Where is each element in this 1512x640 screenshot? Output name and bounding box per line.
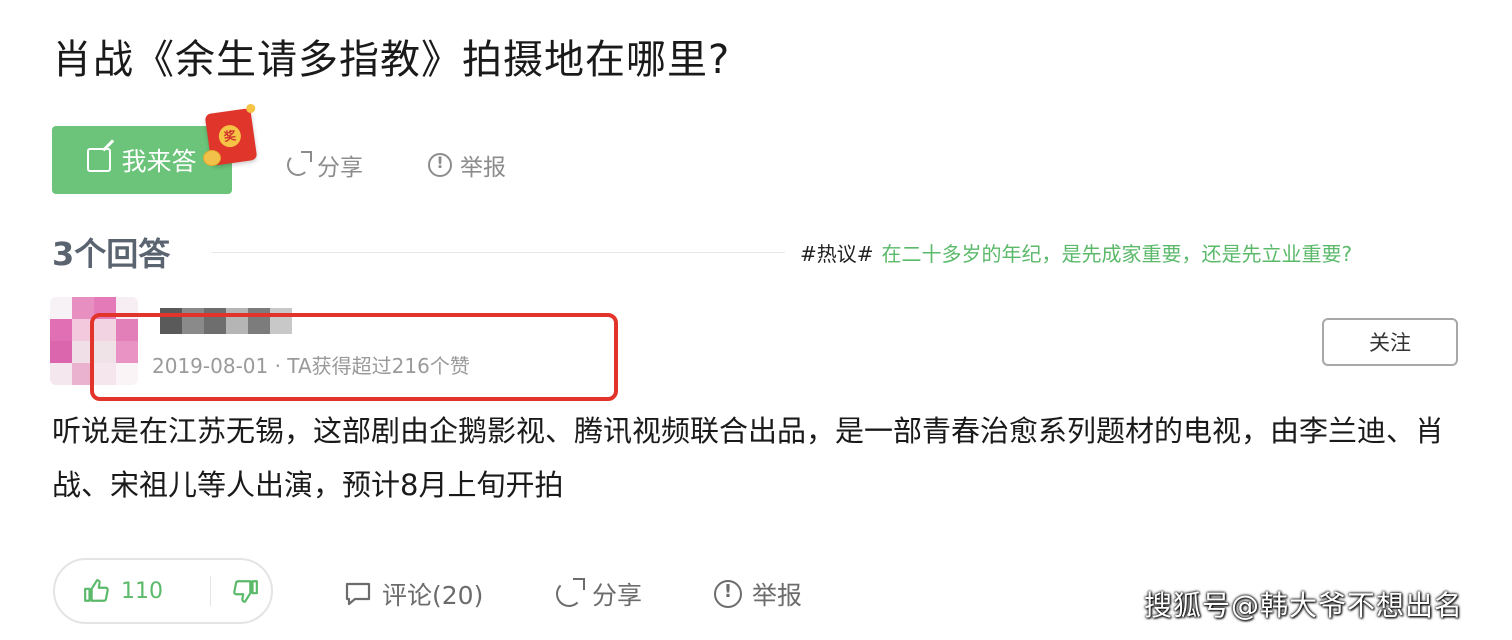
hot-tag: #热议# xyxy=(800,242,874,266)
avatar-pixel xyxy=(50,341,72,363)
answers-count: 3个回答 xyxy=(52,235,171,273)
question-title: 肖战《余生请多指教》拍摄地在哪里? xyxy=(52,37,731,83)
divider xyxy=(212,252,785,253)
answer-button-label: 我来答 xyxy=(121,147,197,176)
upvote-count: 110 xyxy=(121,578,163,604)
answer-content: 听说是在江苏无锡，这部剧由企鹅影视、腾讯视频联合出品，是一部青春治愈系列题材的电… xyxy=(52,414,1445,502)
report-answer-button[interactable]: 举报 xyxy=(714,576,802,612)
gold-coin-icon xyxy=(203,150,221,166)
watermark: 搜狐号@韩大爷不想出名 xyxy=(1144,589,1464,622)
comment-label: 评论(20) xyxy=(382,581,484,610)
follow-button[interactable]: 关注 xyxy=(1322,318,1458,366)
edit-icon xyxy=(87,148,112,172)
hot-topic-link[interactable]: 在二十多岁的年纪，是先成家重要，还是先立业重要? xyxy=(882,242,1353,266)
report-label: 举报 xyxy=(752,581,803,610)
hot-topic: #热议# 在二十多岁的年纪，是先成家重要，还是先立业重要? xyxy=(800,238,1352,267)
vote-box: 110 xyxy=(53,558,273,624)
report-icon xyxy=(714,580,742,608)
comment-icon xyxy=(345,582,371,606)
report-label: 举报 xyxy=(460,155,506,181)
downvote-button[interactable] xyxy=(211,578,271,604)
report-question-button[interactable]: 举报 xyxy=(428,148,506,182)
share-label: 分享 xyxy=(592,581,643,610)
avatar-pixel xyxy=(50,319,72,341)
share-icon xyxy=(556,578,585,607)
avatar-pixel xyxy=(50,363,72,385)
upvote-button[interactable]: 110 xyxy=(55,578,210,604)
share-label: 分享 xyxy=(317,155,363,181)
share-answer-button[interactable]: 分享 xyxy=(556,576,642,612)
avatar-pixel xyxy=(50,297,72,319)
comment-button[interactable]: 评论(20) xyxy=(344,576,483,612)
share-icon xyxy=(287,151,312,176)
report-icon xyxy=(428,153,452,177)
thumbs-down-icon xyxy=(233,580,258,603)
share-question-button[interactable]: 分享 xyxy=(287,148,363,182)
thumbs-up-icon xyxy=(84,579,109,602)
sparkle-dot xyxy=(245,103,256,114)
avatar-pixel xyxy=(72,297,94,319)
highlight-box xyxy=(90,313,618,401)
reward-badge: 奖 xyxy=(217,123,243,149)
